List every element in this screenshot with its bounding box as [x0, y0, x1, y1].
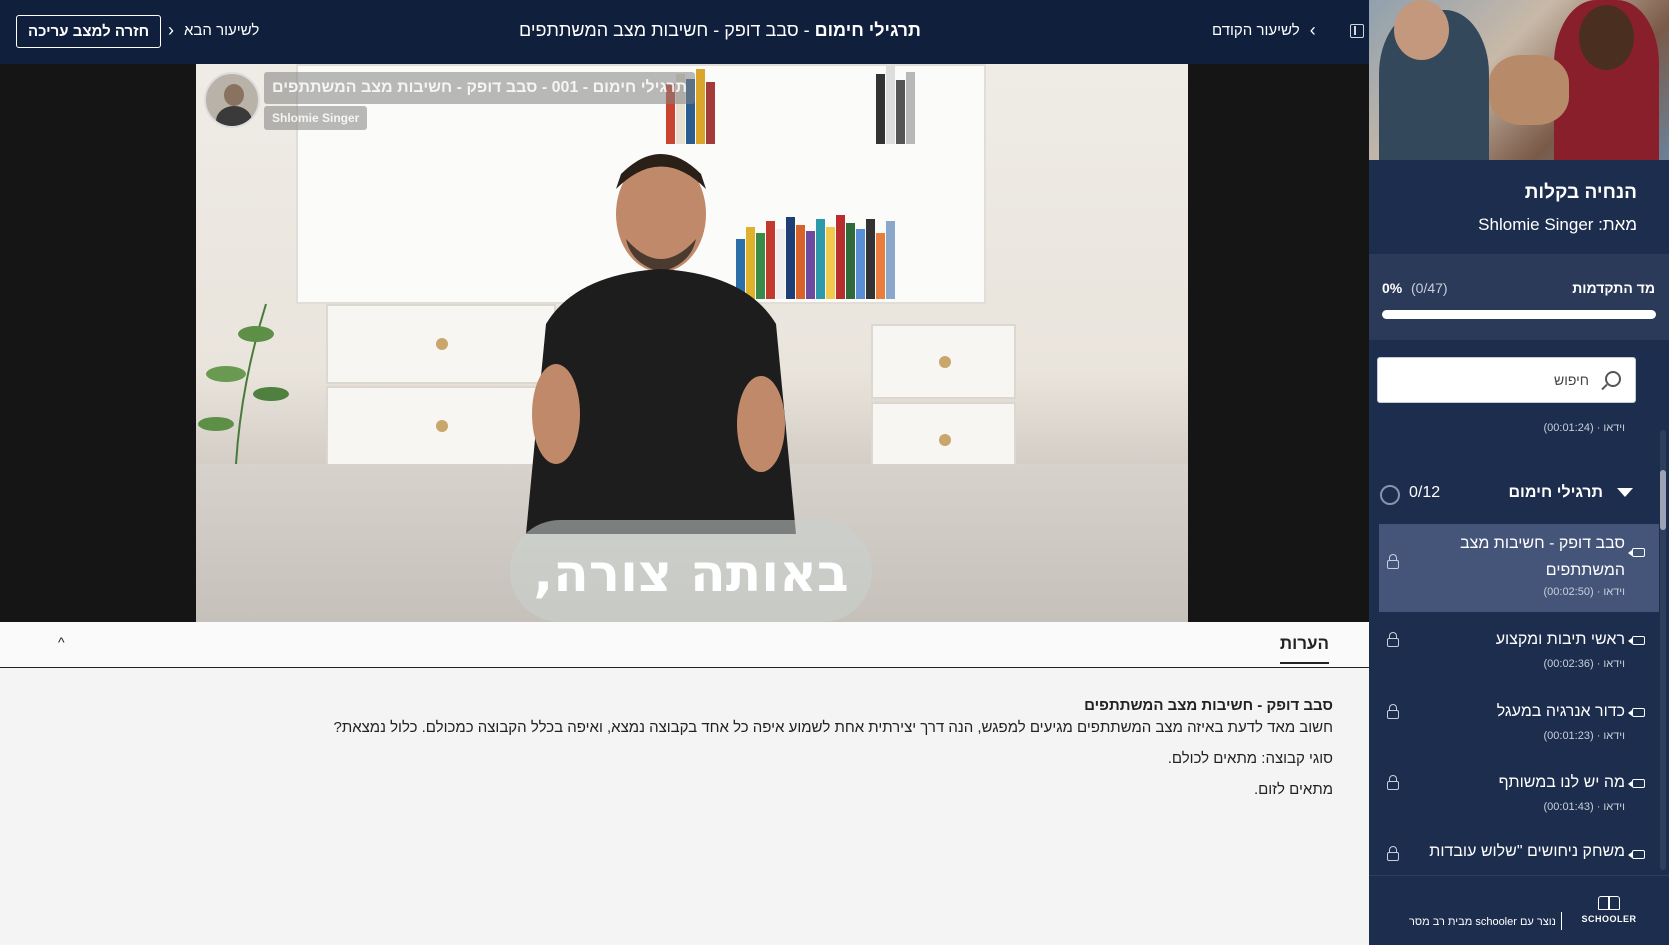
presenter-avatar [204, 72, 260, 128]
lesson-title: מה יש לנו במשותף [1498, 774, 1625, 791]
item-type: וידאו [1603, 422, 1625, 434]
back-to-edit-button[interactable]: חזרה למצב עריכה [16, 15, 162, 48]
search-input[interactable]: חיפוש [1377, 357, 1636, 403]
lesson-list: וידאו · (00:01:24) תרגילי חימום 0/12 סבב… [1369, 416, 1659, 876]
video-caption: באותה צורה, [510, 520, 872, 622]
schooler-logo[interactable]: SCHOOLER [1579, 896, 1639, 924]
chevron-left-icon: ‹ [168, 20, 174, 40]
progress-count: (0/47) [1411, 280, 1448, 296]
next-lesson-button[interactable]: לשיעור הבא ‹ [168, 20, 259, 41]
notes-content: סבב דופק - חשיבות מצב המשתתפים חשוב מאד … [0, 669, 1369, 945]
prev-lesson-label: לשיעור הקודם [1212, 22, 1300, 39]
lock-icon [1387, 632, 1399, 647]
lesson-meta: וידאו · (00:02:50) [1543, 586, 1625, 598]
divider [1561, 912, 1562, 930]
notes-zoom: מתאים לזום. [1253, 781, 1333, 798]
lesson-name: - סבב דופק - חשיבות מצב המשתתפים [519, 20, 815, 40]
item-duration: (00:01:24) [1543, 422, 1594, 434]
lesson-title: כדור אנרגיה במעגל [1496, 703, 1625, 720]
tab-notes[interactable]: הערות [1279, 634, 1329, 664]
progress-percent: 0% [1382, 280, 1403, 296]
section-name: תרגילי חימום [1508, 484, 1604, 501]
video-icon [1628, 779, 1645, 788]
lesson-meta: וידאו · (00:02:36) [1543, 658, 1625, 670]
course-banner-image [1369, 0, 1669, 160]
video-icon [1628, 548, 1645, 557]
plant [198, 303, 289, 464]
lesson-section-name: תרגילי חימום [814, 20, 921, 40]
chevron-right-icon: › [1309, 20, 1316, 40]
list-item-meta: וידאו · (00:01:24) [1543, 422, 1625, 434]
sidebar-scrollbar[interactable] [1660, 430, 1666, 870]
prev-lesson-button[interactable]: › לשיעור הקודם [1212, 20, 1316, 41]
video-overlay-title: תרגילי חימום - 001 - סבב דופק - חשיבות מ… [264, 72, 696, 104]
section-header[interactable]: תרגילי חימום 0/12 [1369, 474, 1659, 514]
progress-bar [1382, 310, 1656, 319]
section-count: 0/12 [1409, 484, 1441, 501]
lesson-title: משחק ניחושים "שלוש עובדות [1429, 843, 1625, 860]
schooler-logo-text: SCHOOLER [1581, 914, 1637, 924]
lock-icon [1387, 554, 1399, 569]
course-author: מאת: Shlomie Singer [1478, 215, 1637, 234]
lesson-meta: וידאו · (00:01:23) [1543, 730, 1625, 742]
made-with-text[interactable]: נוצר עם schooler מבית רב מסר [1409, 916, 1556, 928]
lock-icon [1387, 775, 1399, 790]
lock-icon [1387, 846, 1399, 861]
list-item[interactable]: כדור אנרגיה במעגל וידאו · (00:01:23) [1379, 688, 1659, 754]
search-icon [1605, 371, 1621, 387]
sidebar-footer: נוצר עם schooler מבית רב מסר SCHOOLER [1369, 875, 1669, 945]
search-placeholder: חיפוש [1554, 372, 1589, 388]
notes-heading: סבב דופק - חשיבות מצב המשתתפים [1084, 697, 1333, 714]
next-lesson-label: לשיעור הבא [184, 22, 260, 39]
notes-tabbar: הערות ^ [0, 622, 1369, 668]
list-item[interactable]: ראשי תיבות ומקצוע וידאו · (00:02:36) [1379, 616, 1659, 682]
list-item[interactable]: סבב דופק - חשיבות מצב המשתתפים וידאו · (… [1379, 524, 1659, 612]
video-icon [1628, 708, 1645, 717]
lock-icon [1387, 704, 1399, 719]
chevron-up-icon[interactable]: ^ [58, 634, 65, 650]
book-icon [1598, 896, 1620, 910]
list-item[interactable]: מה יש לנו במשותף וידאו · (00:01:43) [1379, 759, 1659, 825]
lesson-title: תרגילי חימום - סבב דופק - חשיבות מצב המש… [380, 20, 1060, 41]
presenter [526, 154, 796, 534]
caret-down-icon [1617, 488, 1633, 497]
list-item[interactable]: משחק ניחושים "שלוש עובדות [1379, 830, 1659, 876]
video-icon [1628, 636, 1645, 645]
top-bar: חזרה למצב עריכה לשיעור הבא ‹ תרגילי חימו… [0, 0, 1369, 64]
video-player[interactable]: תרגילי חימום - 001 - סבב דופק - חשיבות מ… [196, 64, 1188, 622]
course-title: הנחיה בקלות [1524, 182, 1637, 203]
progress-label: מד התקדמות [1572, 280, 1655, 296]
lesson-title: ראשי תיבות ומקצוע [1495, 631, 1625, 648]
lesson-title: סבב דופק - חשיבות מצב המשתתפים [1460, 535, 1625, 579]
notes-paragraph: חשוב מאד לדעת באיזה מצב המשתתפים מגיעים … [333, 719, 1334, 736]
video-area: תרגילי חימום - 001 - סבב דופק - חשיבות מ… [0, 64, 1369, 622]
course-sidebar: הנחיה בקלות מאת: Shlomie Singer מד התקדמ… [1369, 0, 1669, 945]
lesson-meta: וידאו · (00:01:43) [1543, 801, 1625, 813]
drawer [871, 324, 1016, 399]
video-icon [1628, 850, 1645, 859]
notes-group-type: סוגי קבוצה: מתאים לכולם. [1167, 750, 1333, 767]
progress-panel: מד התקדמות (0/47) 0% [1369, 254, 1669, 340]
video-overlay-author: Shlomie Singer [264, 106, 368, 130]
sidebar-collapse-icon[interactable] [1350, 24, 1364, 38]
progress-ring-icon [1380, 485, 1400, 505]
